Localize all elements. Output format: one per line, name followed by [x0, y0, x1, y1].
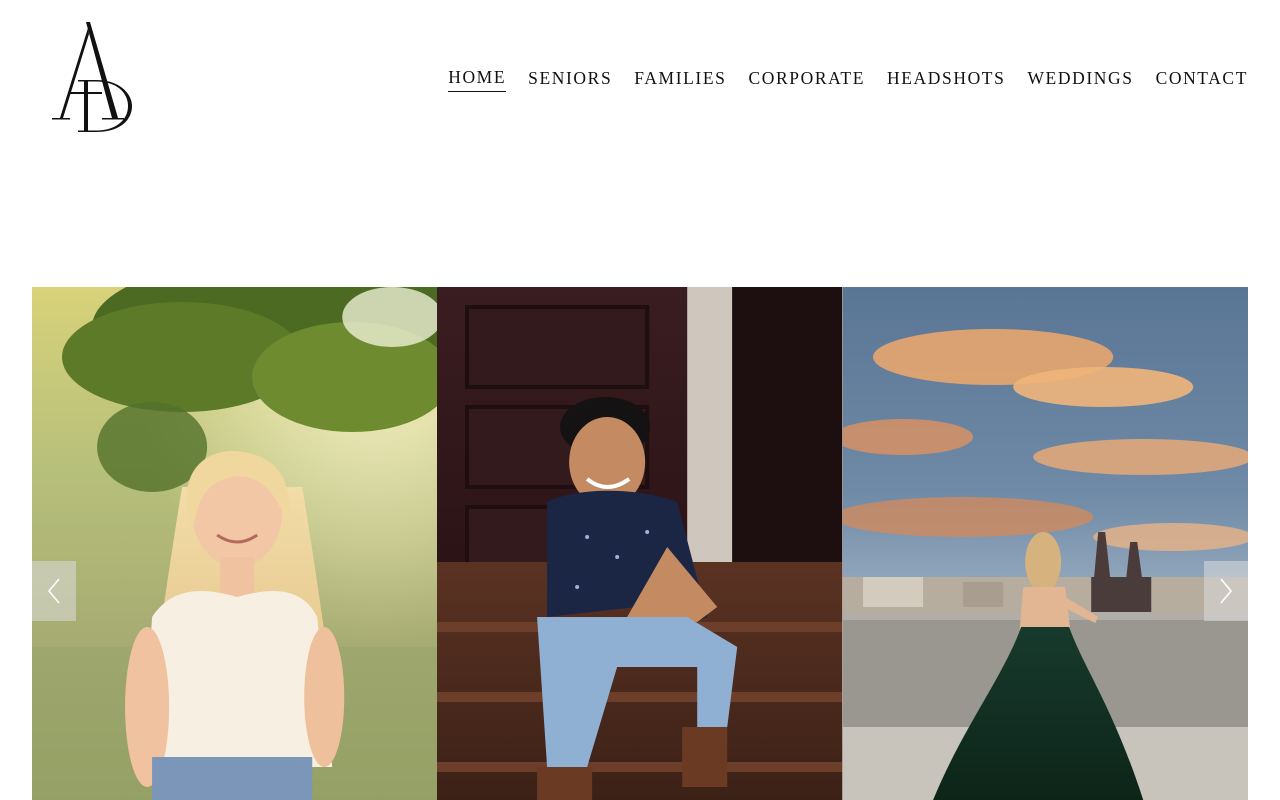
nav-weddings[interactable]: WEDDINGS: [1027, 67, 1133, 92]
ad-monogram-logo: [52, 22, 132, 132]
gallery-prev-button[interactable]: [32, 561, 76, 621]
nav-seniors[interactable]: SENIORS: [528, 67, 612, 92]
site-header: HOME SENIORS FAMILIES CORPORATE HEADSHOT…: [0, 0, 1280, 160]
senior-girl-field-photo: [32, 287, 438, 800]
main-nav: HOME SENIORS FAMILIES CORPORATE HEADSHOT…: [448, 66, 1248, 92]
gallery-slide-3[interactable]: [842, 287, 1248, 800]
nav-home[interactable]: HOME: [448, 66, 507, 92]
photo-gallery: [32, 287, 1248, 800]
site-logo[interactable]: [44, 18, 136, 140]
senior-boy-steps-photo: [437, 287, 843, 800]
gallery-slide-2[interactable]: [437, 287, 843, 800]
gallery-slide-1[interactable]: [32, 287, 438, 800]
chevron-left-icon: [47, 578, 60, 604]
nav-families[interactable]: FAMILIES: [634, 67, 726, 92]
nav-headshots[interactable]: HEADSHOTS: [887, 67, 1005, 92]
nav-contact[interactable]: CONTACT: [1156, 67, 1248, 92]
nav-corporate[interactable]: CORPORATE: [748, 67, 865, 92]
gallery-next-button[interactable]: [1204, 561, 1248, 621]
chevron-right-icon: [1220, 578, 1233, 604]
rooftop-sunset-gown-photo: [842, 287, 1248, 800]
